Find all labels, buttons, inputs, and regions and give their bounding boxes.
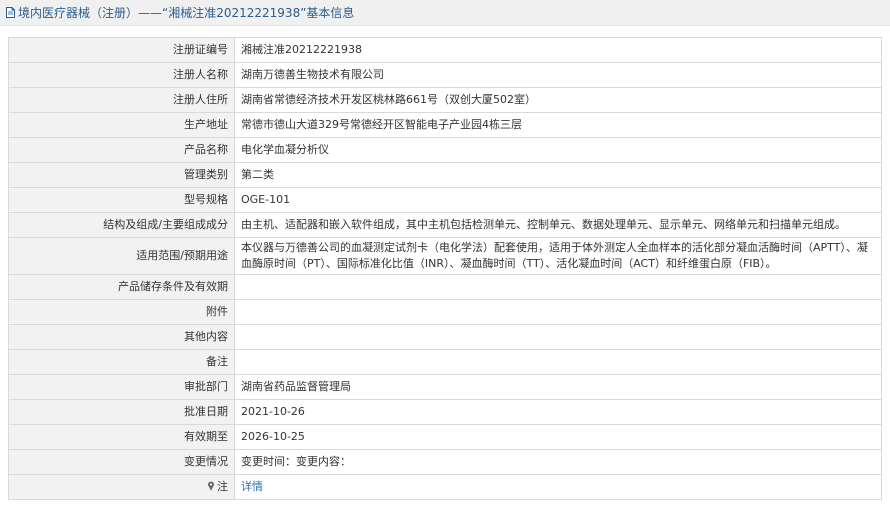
row-label: 型号规格 <box>8 187 235 213</box>
row-label: 注册人名称 <box>8 62 235 88</box>
table-row: 审批部门 湖南省药品监督管理局 <box>8 374 882 400</box>
table-row: 管理类别 第二类 <box>8 162 882 188</box>
row-value <box>234 349 882 375</box>
table-row: 注 详情 <box>8 474 882 500</box>
row-label: 产品储存条件及有效期 <box>8 274 235 300</box>
row-label: 附件 <box>8 299 235 325</box>
row-label: 注 <box>217 480 228 493</box>
table-row: 结构及组成/主要组成成分 由主机、适配器和嵌入软件组成，其中主机包括检测单元、控… <box>8 212 882 238</box>
row-label: 结构及组成/主要组成成分 <box>8 212 235 238</box>
row-label: 批准日期 <box>8 399 235 425</box>
table-row: 变更情况 变更时间：变更内容： <box>8 449 882 475</box>
table-row: 产品储存条件及有效期 <box>8 274 882 300</box>
row-value: 常德市德山大道329号常德经开区智能电子产业园4栋三层 <box>234 112 882 138</box>
row-value: 第二类 <box>234 162 882 188</box>
row-value: 2026-10-25 <box>234 424 882 450</box>
page-header: 境内医疗器械（注册）——“湘械注准20212221938”基本信息 <box>0 0 890 26</box>
row-value: 湖南万德善生物技术有限公司 <box>234 62 882 88</box>
row-label: 生产地址 <box>8 112 235 138</box>
pin-icon <box>207 481 215 491</box>
info-table: 注册证编号 湘械注准20212221938 注册人名称 湖南万德善生物技术有限公… <box>8 37 882 500</box>
row-value: 湖南省药品监督管理局 <box>234 374 882 400</box>
table-row: 批准日期 2021-10-26 <box>8 399 882 425</box>
row-value: 本仪器与万德善公司的血凝测定试剂卡（电化学法）配套使用，适用于体外测定人全血样本… <box>234 237 882 275</box>
row-value: 变更时间：变更内容： <box>234 449 882 475</box>
details-link[interactable]: 详情 <box>241 480 263 493</box>
table-row: 附件 <box>8 299 882 325</box>
row-value: 详情 <box>234 474 882 500</box>
row-value: 2021-10-26 <box>234 399 882 425</box>
table-row: 其他内容 <box>8 324 882 350</box>
row-label: 产品名称 <box>8 137 235 163</box>
row-value: 湘械注准20212221938 <box>234 37 882 63</box>
row-value: 电化学血凝分析仪 <box>234 137 882 163</box>
row-label: 注册证编号 <box>8 37 235 63</box>
table-row: 注册人名称 湖南万德善生物技术有限公司 <box>8 62 882 88</box>
row-value: 湖南省常德经济技术开发区桃林路661号（双创大厦502室） <box>234 87 882 113</box>
table-row: 注册人住所 湖南省常德经济技术开发区桃林路661号（双创大厦502室） <box>8 87 882 113</box>
row-label: 管理类别 <box>8 162 235 188</box>
row-value <box>234 299 882 325</box>
row-label: 其他内容 <box>8 324 235 350</box>
row-label: 注册人住所 <box>8 87 235 113</box>
row-label: 有效期至 <box>8 424 235 450</box>
row-value <box>234 274 882 300</box>
table-row: 有效期至 2026-10-25 <box>8 424 882 450</box>
table-row: 适用范围/预期用途 本仪器与万德善公司的血凝测定试剂卡（电化学法）配套使用，适用… <box>8 237 882 275</box>
table-row: 备注 <box>8 349 882 375</box>
row-label: 审批部门 <box>8 374 235 400</box>
row-value <box>234 324 882 350</box>
row-value: OGE-101 <box>234 187 882 213</box>
row-label: 变更情况 <box>8 449 235 475</box>
row-value: 由主机、适配器和嵌入软件组成，其中主机包括检测单元、控制单元、数据处理单元、显示… <box>234 212 882 238</box>
note-label: 注 <box>8 474 235 500</box>
page-title: 境内医疗器械（注册）——“湘械注准20212221938”基本信息 <box>18 6 355 20</box>
table-row: 产品名称 电化学血凝分析仪 <box>8 137 882 163</box>
table-row: 生产地址 常德市德山大道329号常德经开区智能电子产业园4栋三层 <box>8 112 882 138</box>
table-row: 注册证编号 湘械注准20212221938 <box>8 37 882 63</box>
document-icon <box>6 7 15 18</box>
row-label: 适用范围/预期用途 <box>8 237 235 275</box>
row-label: 备注 <box>8 349 235 375</box>
table-row: 型号规格 OGE-101 <box>8 187 882 213</box>
